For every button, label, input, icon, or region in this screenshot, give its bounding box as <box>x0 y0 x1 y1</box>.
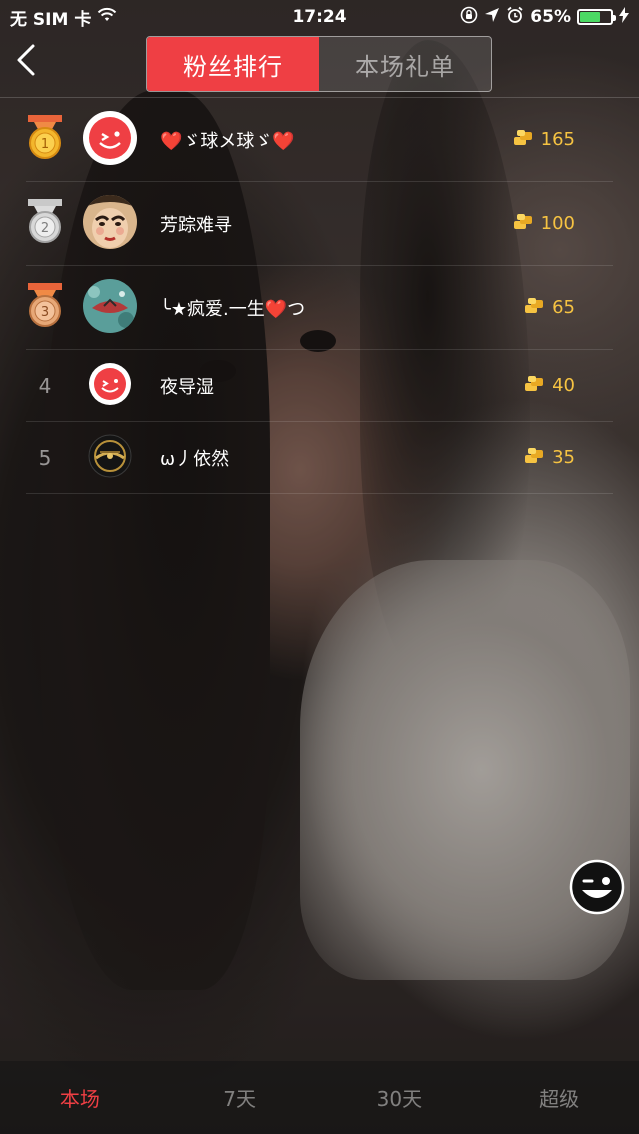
rank-slot: 4 <box>26 350 64 421</box>
tab-fan-ranking[interactable]: 粉丝排行 <box>147 37 319 91</box>
rank-slot: 2 <box>26 182 64 265</box>
score-value: 35 <box>552 447 575 468</box>
status-left: 无 SIM 卡 <box>10 5 117 30</box>
ranking-row[interactable]: 5 ω丿依然 35 <box>26 422 613 494</box>
gold-coin-icon <box>513 129 533 151</box>
charging-icon <box>619 6 629 28</box>
username: ❤️ゞ球メ球ゞ❤️ <box>160 130 295 152</box>
username: ω丿依然 <box>160 448 230 470</box>
avatar[interactable] <box>82 278 138 338</box>
emoji-button[interactable] <box>569 859 625 915</box>
segmented-control: 粉丝排行 本场礼单 <box>146 36 492 92</box>
ranking-row[interactable]: 1 ❤️ゞ球メ球ゞ❤️ 165 <box>26 98 613 182</box>
ranking-row[interactable]: 4 夜导湿 40 <box>26 350 613 422</box>
gold-coin-icon <box>524 447 544 469</box>
tab-30-days[interactable]: 30天 <box>320 1083 480 1112</box>
username: 芳踪难寻 <box>160 214 232 236</box>
tab-super[interactable]: 超级 <box>479 1083 639 1112</box>
avatar[interactable] <box>88 362 132 410</box>
gold-coin-icon <box>513 213 533 235</box>
alarm-icon <box>506 6 524 29</box>
ranking-row[interactable]: 3 ╰★疯爱.一生❤️つ 65 <box>26 266 613 350</box>
gold-medal-icon: 1 <box>26 114 64 165</box>
score: 35 <box>524 447 575 469</box>
tab-7-days[interactable]: 7天 <box>160 1083 320 1112</box>
brand-smiley-avatar <box>83 110 137 165</box>
rank-slot: 5 <box>26 422 64 493</box>
rank-number: 5 <box>38 445 52 470</box>
ranking-row[interactable]: 2 芳踪难寻 100 <box>26 182 613 266</box>
medal-rank-text: 1 <box>41 137 49 152</box>
back-button[interactable] <box>8 40 44 84</box>
teal-photo-avatar <box>83 278 137 333</box>
avatar[interactable] <box>82 194 138 254</box>
medal-rank-text: 2 <box>41 221 49 236</box>
avatar[interactable] <box>88 434 132 482</box>
score: 100 <box>513 213 575 235</box>
score: 65 <box>524 297 575 319</box>
rank-number: 4 <box>38 373 52 398</box>
rank-slot: 3 <box>26 266 64 349</box>
score: 165 <box>513 129 575 151</box>
carrier-label: 无 SIM 卡 <box>10 9 92 30</box>
status-bar: 无 SIM 卡 17:24 65% <box>0 0 639 34</box>
score-value: 65 <box>552 297 575 318</box>
chevron-left-icon <box>15 43 37 81</box>
battery-percent: 65% <box>530 7 571 27</box>
username: ╰★疯爱.一生❤️つ <box>160 298 306 320</box>
rotation-lock-icon <box>460 6 478 29</box>
rank-slot: 1 <box>26 98 64 181</box>
fan-ranking-list: 1 ❤️ゞ球メ球ゞ❤️ 165 2 芳踪难寻 100 3 ╰★疯爱.一生❤️つ … <box>0 98 639 494</box>
header: 粉丝排行 本场礼单 <box>0 34 639 98</box>
game-logo-avatar <box>88 434 132 477</box>
tab-this-session[interactable]: 本场 <box>0 1083 160 1112</box>
silver-medal-icon: 2 <box>26 198 64 249</box>
medal-rank-text: 3 <box>41 305 49 320</box>
score-value: 40 <box>552 375 575 396</box>
gold-coin-icon <box>524 375 544 397</box>
bronze-medal-icon: 3 <box>26 282 64 333</box>
battery-level <box>580 12 600 22</box>
avatar[interactable] <box>82 110 138 170</box>
score-value: 100 <box>540 213 575 234</box>
tab-gift-list[interactable]: 本场礼单 <box>319 37 491 91</box>
wifi-icon <box>97 7 117 28</box>
gold-coin-icon <box>524 297 544 319</box>
bottom-tab-bar: 本场 7天 30天 超级 <box>0 1061 639 1134</box>
username: 夜导湿 <box>160 376 214 398</box>
brand-smiley-avatar <box>89 362 131 405</box>
battery-icon <box>577 9 616 25</box>
score: 40 <box>524 375 575 397</box>
status-right: 65% <box>460 6 629 29</box>
opera-mask-avatar <box>83 194 137 249</box>
wink-smiley-icon <box>569 859 625 915</box>
score-value: 165 <box>540 129 575 150</box>
location-icon <box>484 7 500 28</box>
